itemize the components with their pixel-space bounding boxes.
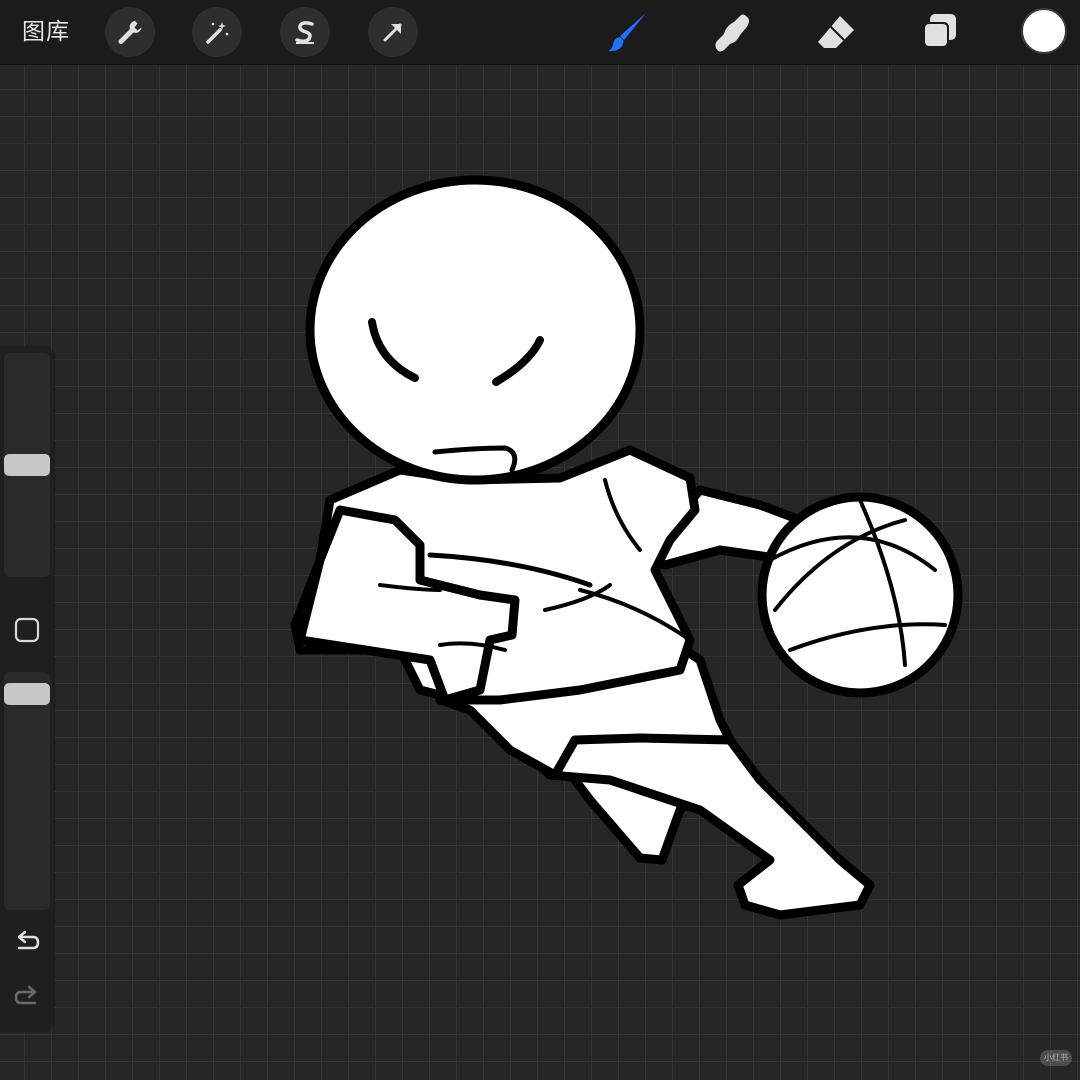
redo-button[interactable] bbox=[13, 983, 41, 1011]
brush-button[interactable] bbox=[603, 7, 653, 57]
layers-icon bbox=[923, 14, 956, 48]
adjustments-button[interactable] bbox=[192, 7, 242, 57]
color-picker-button[interactable] bbox=[1021, 8, 1067, 54]
undo-button[interactable] bbox=[13, 928, 41, 956]
left-sidebar bbox=[0, 347, 54, 1031]
head bbox=[305, 175, 645, 485]
magic-wand-icon bbox=[206, 22, 229, 44]
brush-icon bbox=[608, 13, 646, 52]
top-toolbar: 图库 bbox=[0, 0, 1080, 65]
smudge-finger-icon bbox=[715, 14, 749, 52]
selection-button[interactable] bbox=[280, 7, 330, 57]
actions-button[interactable] bbox=[105, 7, 155, 57]
basketball bbox=[757, 492, 963, 698]
eraser-icon bbox=[818, 16, 854, 48]
opacity-thumb[interactable] bbox=[4, 682, 50, 705]
wrench-icon bbox=[118, 21, 142, 44]
layers-button[interactable] bbox=[915, 7, 965, 57]
basketball-player-drawing bbox=[290, 175, 963, 920]
selection-s-icon bbox=[295, 21, 314, 44]
undo-icon bbox=[17, 930, 40, 950]
transform-arrow-icon bbox=[383, 23, 402, 42]
gallery-button[interactable]: 图库 bbox=[22, 15, 70, 47]
redo-icon bbox=[14, 985, 37, 1005]
modify-button[interactable] bbox=[14, 617, 40, 643]
transform-button[interactable] bbox=[368, 7, 418, 57]
smudge-button[interactable] bbox=[707, 7, 757, 57]
opacity-slider[interactable] bbox=[4, 672, 50, 910]
eraser-button[interactable] bbox=[811, 7, 861, 57]
square-modify-icon bbox=[14, 617, 40, 643]
brush-size-thumb[interactable] bbox=[4, 454, 50, 476]
watermark-badge: 小红书 bbox=[1040, 1050, 1072, 1066]
